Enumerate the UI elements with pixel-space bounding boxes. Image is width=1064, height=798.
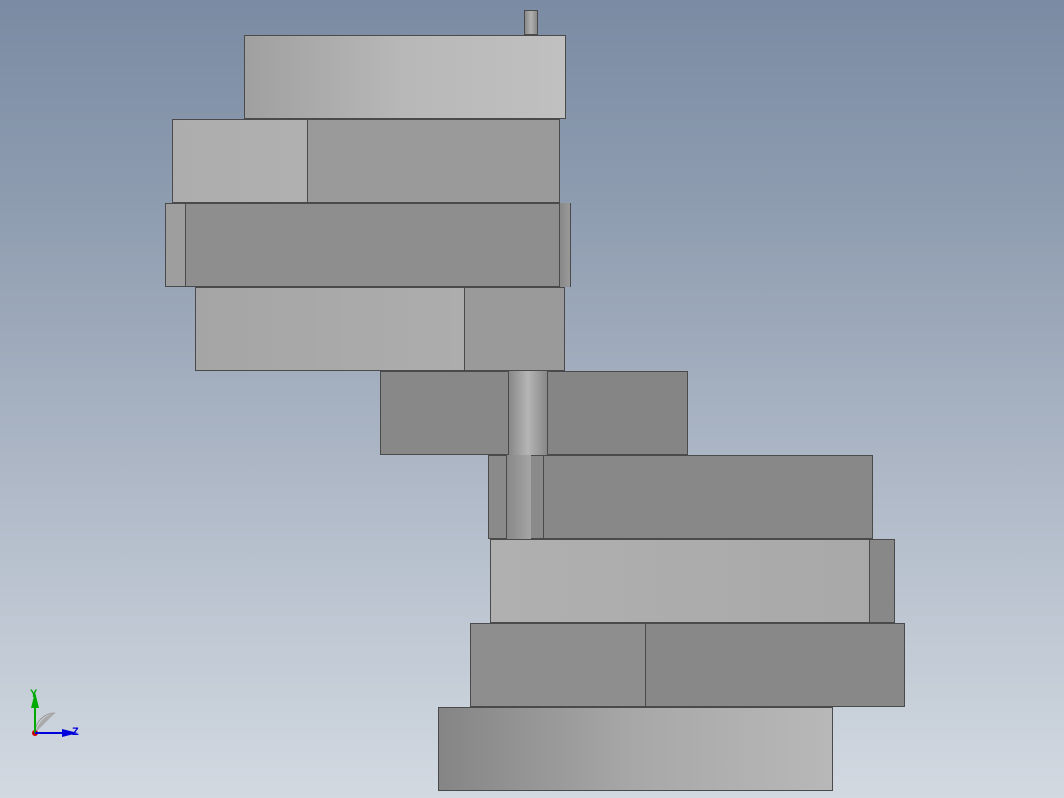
center-pole-top [524,10,538,35]
center-pole-segment [508,371,548,455]
center-pole-segment [506,455,531,539]
step-face [471,624,646,706]
stair-step-2 [172,119,560,203]
stair-step-7 [490,539,895,623]
stair-step-8 [470,623,905,707]
step-face [173,120,308,202]
step-face [869,540,894,622]
step-face [166,204,186,286]
step-face [464,288,564,370]
cad-viewport[interactable]: Y Z [0,0,1064,798]
stair-step-6 [488,455,873,539]
stair-step-3 [165,203,570,287]
axis-y-label: Y [30,688,37,700]
step-face [381,372,511,454]
stair-step-9 [438,707,833,791]
stair-step-1 [244,35,566,119]
axis-z-label: Z [72,726,79,738]
center-pole-segment [559,203,571,287]
stair-step-4 [195,287,565,371]
